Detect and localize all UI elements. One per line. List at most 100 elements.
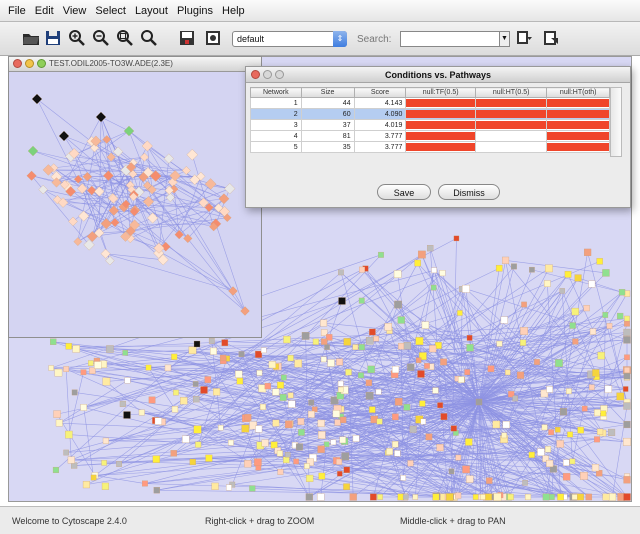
- network-node[interactable]: [501, 317, 508, 324]
- network-node[interactable]: [142, 141, 152, 151]
- close-icon[interactable]: [13, 59, 22, 68]
- network-node[interactable]: [432, 268, 437, 273]
- network-node[interactable]: [190, 459, 196, 465]
- network-node[interactable]: [28, 146, 38, 156]
- network-node[interactable]: [359, 298, 364, 303]
- network-node[interactable]: [265, 383, 271, 389]
- network-node[interactable]: [440, 359, 446, 365]
- network-node[interactable]: [194, 341, 200, 347]
- network-node[interactable]: [586, 494, 592, 500]
- network-node[interactable]: [451, 426, 457, 432]
- network-node[interactable]: [81, 404, 87, 410]
- screenshot-icon[interactable]: [204, 29, 222, 47]
- dialog-titlebar[interactable]: Conditions vs. Pathways: [246, 67, 630, 83]
- network-node[interactable]: [64, 450, 69, 455]
- network-node[interactable]: [508, 494, 514, 500]
- network-node[interactable]: [346, 369, 352, 375]
- column-header-score[interactable]: Score: [354, 88, 406, 98]
- floppy-icon[interactable]: [178, 29, 196, 47]
- network-node[interactable]: [555, 359, 562, 366]
- network-node[interactable]: [278, 469, 283, 474]
- network-node[interactable]: [27, 171, 37, 181]
- network-node[interactable]: [441, 413, 447, 419]
- network-node[interactable]: [56, 420, 63, 427]
- network-subwindow[interactable]: TEST.ODIL2005-TO3W.ADE(2.3E): [8, 56, 262, 338]
- network-node[interactable]: [224, 183, 235, 194]
- table-row[interactable]: 3374.019: [251, 120, 610, 131]
- network-node[interactable]: [603, 312, 608, 317]
- network-node[interactable]: [337, 471, 342, 476]
- network-node[interactable]: [324, 442, 329, 447]
- network-node[interactable]: [557, 494, 563, 500]
- network-node[interactable]: [440, 270, 446, 276]
- network-node[interactable]: [589, 281, 595, 287]
- network-node[interactable]: [342, 453, 349, 460]
- network-node[interactable]: [609, 493, 616, 500]
- network-node[interactable]: [229, 287, 238, 296]
- network-node[interactable]: [102, 483, 109, 490]
- network-node[interactable]: [280, 394, 286, 400]
- network-node[interactable]: [262, 440, 269, 447]
- network-node[interactable]: [249, 486, 255, 492]
- network-node[interactable]: [529, 267, 534, 272]
- network-node[interactable]: [213, 388, 220, 395]
- network-node[interactable]: [106, 256, 115, 265]
- network-node[interactable]: [142, 481, 147, 486]
- network-node[interactable]: [421, 419, 426, 424]
- network-node[interactable]: [66, 343, 72, 349]
- network-node[interactable]: [333, 410, 340, 417]
- network-node[interactable]: [338, 381, 343, 386]
- network-node[interactable]: [624, 316, 629, 321]
- network-node[interactable]: [193, 396, 199, 402]
- network-node[interactable]: [392, 414, 398, 420]
- network-node[interactable]: [511, 264, 517, 270]
- network-node[interactable]: [220, 355, 226, 361]
- network-node[interactable]: [32, 94, 42, 104]
- network-node[interactable]: [572, 308, 579, 315]
- network-node[interactable]: [49, 365, 54, 370]
- network-node[interactable]: [601, 411, 606, 416]
- network-node[interactable]: [602, 269, 609, 276]
- network-node[interactable]: [182, 166, 190, 174]
- network-node[interactable]: [458, 377, 464, 383]
- network-node[interactable]: [543, 494, 549, 500]
- network-node[interactable]: [605, 386, 612, 393]
- network-node[interactable]: [376, 389, 381, 394]
- network-node[interactable]: [592, 369, 599, 376]
- network-node[interactable]: [424, 363, 429, 368]
- zoom-selected-icon[interactable]: [116, 29, 134, 47]
- network-node[interactable]: [624, 421, 631, 428]
- network-node[interactable]: [607, 323, 612, 328]
- network-node[interactable]: [288, 393, 293, 398]
- network-node[interactable]: [309, 400, 314, 405]
- network-node[interactable]: [123, 350, 128, 355]
- network-node[interactable]: [542, 425, 547, 430]
- network-node[interactable]: [171, 354, 177, 360]
- network-node[interactable]: [237, 378, 243, 384]
- network-node[interactable]: [321, 357, 326, 362]
- network-node[interactable]: [294, 459, 299, 464]
- network-node[interactable]: [486, 478, 492, 484]
- network-node[interactable]: [572, 494, 577, 499]
- network-node[interactable]: [433, 494, 439, 500]
- network-node[interactable]: [529, 452, 535, 458]
- open-folder-icon[interactable]: [22, 29, 40, 47]
- network-node[interactable]: [377, 494, 382, 499]
- network-node[interactable]: [281, 375, 286, 380]
- zoom-in-icon[interactable]: [68, 29, 86, 47]
- network-node[interactable]: [416, 337, 423, 344]
- network-node[interactable]: [318, 420, 325, 427]
- network-node[interactable]: [245, 414, 252, 421]
- network-node[interactable]: [254, 459, 261, 466]
- network-node[interactable]: [165, 365, 171, 371]
- network-node[interactable]: [116, 461, 121, 466]
- network-node[interactable]: [426, 434, 432, 440]
- network-node[interactable]: [570, 459, 575, 464]
- network-node[interactable]: [201, 387, 208, 394]
- network-node[interactable]: [50, 339, 56, 345]
- network-node[interactable]: [545, 265, 552, 272]
- network-node[interactable]: [392, 366, 399, 373]
- network-node[interactable]: [386, 448, 392, 454]
- network-node[interactable]: [398, 317, 405, 324]
- close-icon[interactable]: [251, 70, 260, 79]
